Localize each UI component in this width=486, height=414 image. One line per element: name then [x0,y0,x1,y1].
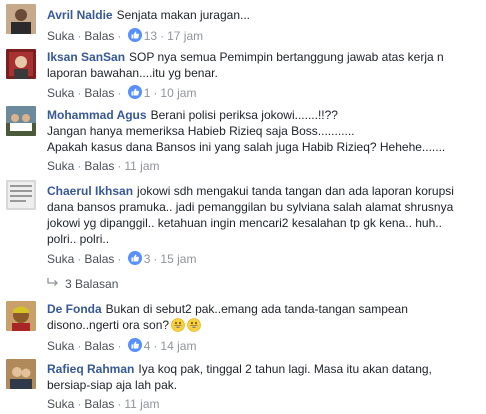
commenter-name[interactable]: Mohammad Agus [47,108,147,122]
reaction-count: 4 [143,339,151,353]
comment-text-line: Bukan di sebut2 pak..emang ada tanda-tan… [105,302,408,316]
avatar[interactable] [6,301,36,331]
commenter-name[interactable]: Avril Naldie [47,8,113,22]
commenter-name[interactable]: Rafieq Rahman [47,362,134,376]
like-link[interactable]: Suka [47,397,74,411]
comment-text-line: Iya koq pak, tinggal 2 tahun lagi. Masa … [138,362,432,376]
like-reaction-icon[interactable] [127,338,142,355]
comment-text-line: disono..ngerti ora son? [47,318,170,332]
comment-text-line: jokowi sdh mengakui tanda tangan dan ada… [137,184,454,198]
reply-link[interactable]: Balas [84,86,114,100]
reply-link[interactable]: Balas [84,339,114,353]
comment-text-line: dana bansos pramuka.. jadi pemanggilan b… [47,200,454,214]
like-reaction-icon[interactable] [127,85,142,102]
comment-text-line: Jangan hanya memeriksa Habieb Rizieq saj… [47,124,355,138]
timestamp[interactable]: 11 jam [124,397,159,411]
like-link[interactable]: Suka [47,86,74,100]
commenter-name[interactable]: Chaerul Ikhsan [47,184,133,198]
comment-text-line: bersiap-siap aja lah pak. [47,378,178,392]
grinning-emoji-icon [187,318,201,336]
timestamp[interactable]: 14 jam [160,339,196,353]
grinning-emoji-icon [171,318,185,336]
commenter-name[interactable]: Iksan SanSan [47,50,125,64]
comment-text-line: Berani polisi periksa jokowi.......!!?? [150,108,338,122]
reaction-count: 3 [143,252,151,266]
reaction-count: 1 [143,86,151,100]
reply-link[interactable]: Balas [84,29,114,43]
comment-text: Senjata makan juragan... [116,8,250,22]
avatar[interactable] [6,180,36,210]
like-reaction-icon[interactable] [127,251,142,268]
comment-text-line: Apakah kasus dana Bansos ini yang salah … [47,140,446,154]
replies-count-label[interactable]: 3 Balasan [65,277,118,291]
like-link[interactable]: Suka [47,159,74,173]
timestamp[interactable]: 11 jam [124,159,159,173]
reply-link[interactable]: Balas [84,252,114,266]
view-replies-link[interactable]: 3 Balasan [47,277,118,291]
reply-arrow-icon [47,277,59,291]
reply-link[interactable]: Balas [84,397,114,411]
timestamp[interactable]: 15 jam [160,252,196,266]
avatar[interactable] [6,4,36,34]
reaction-count: 13 [143,29,158,43]
timestamp[interactable]: 10 jam [160,86,196,100]
commenter-name[interactable]: De Fonda [47,302,102,316]
avatar[interactable] [6,106,36,136]
like-link[interactable]: Suka [47,29,74,43]
comment-text-line: jokowi yg dipanggil.. ketahuan ingin men… [47,216,442,230]
avatar[interactable] [6,359,36,389]
timestamp[interactable]: 17 jam [167,29,203,43]
like-link[interactable]: Suka [47,339,74,353]
like-link[interactable]: Suka [47,252,74,266]
like-reaction-icon[interactable] [127,28,142,45]
reply-link[interactable]: Balas [84,159,114,173]
avatar[interactable] [6,49,36,79]
comment-text-line: polri.. polri.. [47,232,110,246]
